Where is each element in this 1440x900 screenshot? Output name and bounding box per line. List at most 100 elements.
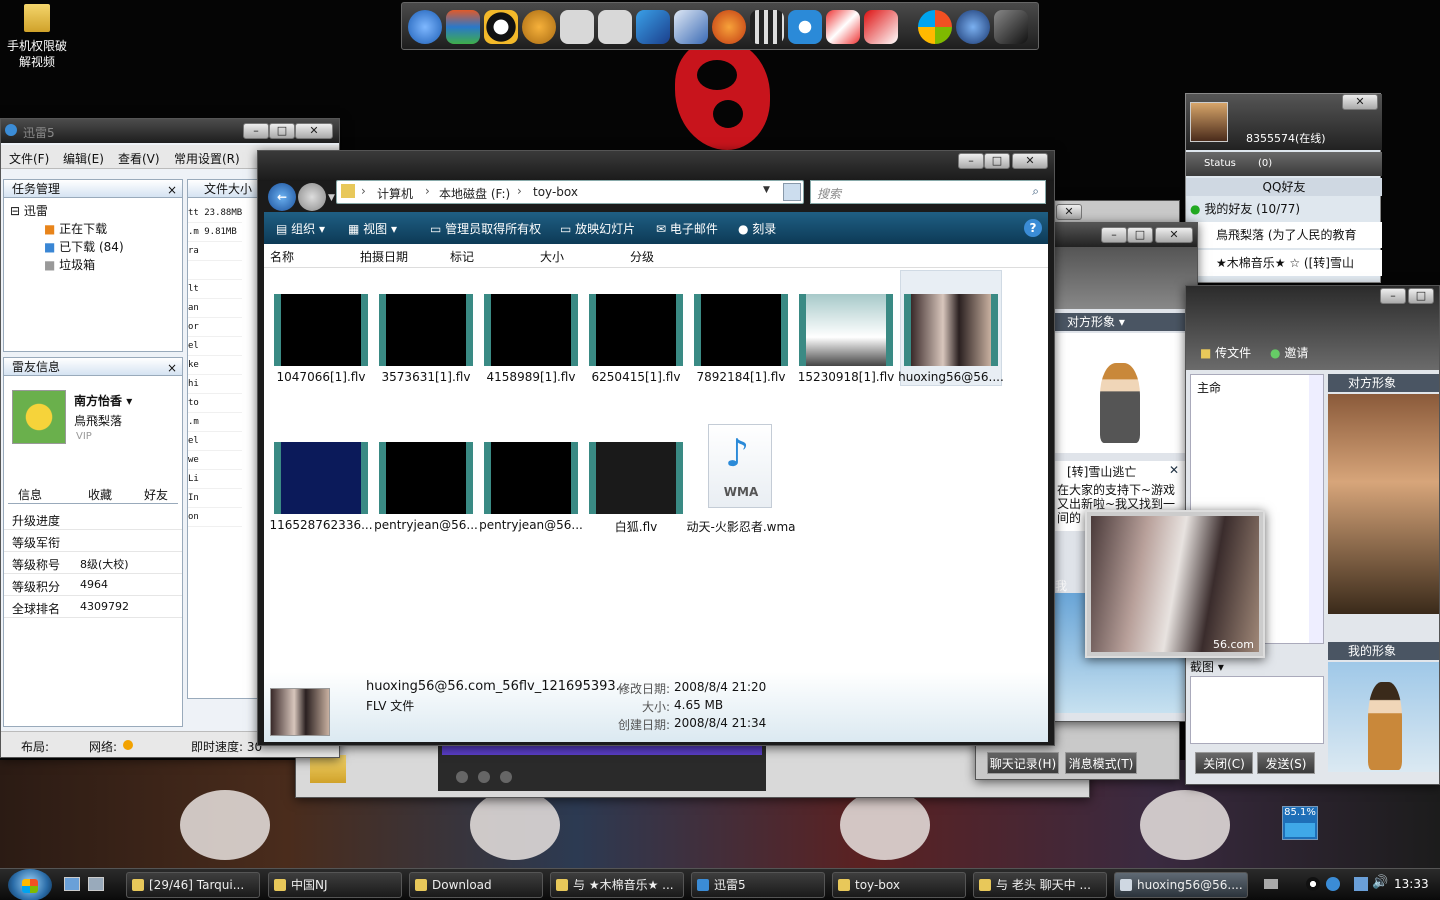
add-button[interactable] [456, 771, 468, 783]
tree-downloaded[interactable]: ■ 已下载 (84) [44, 238, 124, 255]
chevron-down-icon[interactable]: ▼ [763, 185, 770, 195]
menu-file[interactable]: 文件(F) [9, 150, 49, 167]
back-button[interactable]: ← [268, 183, 296, 211]
email-button[interactable]: ✉ 电子邮件 [656, 220, 718, 237]
avatar[interactable] [1190, 102, 1228, 142]
close-chat-button[interactable]: 关闭(C) [1195, 752, 1253, 774]
file-label[interactable]: 7892184[1].flv [686, 370, 796, 384]
minimize-button[interactable]: – [1380, 288, 1406, 304]
taskbar-button[interactable]: 迅雷5 [691, 872, 825, 898]
search-box[interactable]: 搜索 ⌕ [810, 180, 1046, 204]
menu-settings[interactable]: 常用设置(R) [174, 150, 240, 167]
close-icon[interactable]: × [167, 181, 177, 199]
video-thumbnail[interactable] [694, 294, 788, 366]
views-button[interactable]: ▦ 视图 ▾ [348, 220, 397, 237]
slideshow-button[interactable]: ▭ 放映幻灯片 [560, 220, 635, 237]
unknown-icon[interactable] [560, 10, 594, 44]
taskbar-button[interactable]: toy-box [832, 872, 966, 898]
file-label[interactable]: 116528762336... [266, 518, 376, 532]
maximize-button[interactable]: □ [1127, 227, 1153, 243]
column-name[interactable]: 名称 [270, 248, 294, 265]
tools-icon[interactable] [636, 10, 670, 44]
avatar[interactable] [12, 390, 66, 444]
search-icon[interactable]: ⌕ [1032, 184, 1039, 199]
taskbar-button[interactable]: 中国NJ [268, 872, 402, 898]
message-input[interactable] [1190, 676, 1324, 744]
close-button[interactable]: ✕ [1342, 94, 1378, 110]
breadcrumb-computer[interactable]: 计算机 [377, 185, 413, 202]
help-icon[interactable]: ? [1024, 219, 1042, 237]
recent-pages-icon[interactable]: ▼ [328, 193, 335, 203]
organize-button[interactable]: ▤ 组织 ▾ [276, 220, 325, 237]
close-button[interactable]: ✕ [1012, 153, 1048, 169]
group-title[interactable]: QQ好友 [1186, 178, 1382, 196]
minimize-button[interactable]: – [1101, 227, 1127, 243]
network-icon[interactable] [1354, 877, 1368, 891]
clapper-icon[interactable] [750, 10, 784, 44]
taskbar-button[interactable]: huoxing56@56.... [1114, 872, 1248, 898]
maximize-button[interactable]: □ [1408, 288, 1434, 304]
shield-icon[interactable] [674, 10, 708, 44]
close-icon[interactable]: × [167, 359, 177, 377]
taskbar-button[interactable]: 与 ★木棉音乐★ ... [550, 872, 684, 898]
player-icon[interactable] [712, 10, 746, 44]
take-ownership-button[interactable]: ▭ 管理员取得所有权 [430, 220, 541, 237]
misc-button[interactable] [500, 771, 512, 783]
switch-windows-icon[interactable] [88, 877, 104, 891]
file-label[interactable]: huoxing56@56.... [896, 370, 1006, 384]
peer-image-header[interactable]: 对方形象 ▾ [1055, 313, 1185, 331]
video-thumbnail[interactable] [379, 294, 473, 366]
history-button[interactable]: 聊天记录(H) [987, 752, 1059, 774]
media-icon[interactable] [522, 10, 556, 44]
maximize-button[interactable]: □ [269, 123, 295, 139]
mail-button[interactable]: (0) [1258, 158, 1272, 169]
file-label[interactable]: 15230918[1].flv [791, 370, 901, 384]
video-thumbnail[interactable] [484, 294, 578, 366]
tab-friends[interactable]: 好友 [144, 486, 168, 503]
scrollbar[interactable] [1309, 375, 1323, 643]
send-file-button[interactable]: ■ 传文件 [1200, 344, 1251, 361]
clock[interactable]: 13:33 [1394, 877, 1429, 891]
column-size[interactable]: 大小 [540, 248, 564, 265]
send-button[interactable]: 发送(S) [1257, 752, 1315, 774]
minimize-button[interactable]: – [958, 153, 984, 169]
file-label[interactable]: 4158989[1].flv [476, 370, 586, 384]
record-icon[interactable] [788, 10, 822, 44]
video-thumbnail[interactable] [274, 294, 368, 366]
column-rating[interactable]: 分级 [630, 248, 654, 265]
show-desktop-icon[interactable] [64, 877, 80, 891]
close-button[interactable]: ✕ [1155, 227, 1193, 243]
minimize-button[interactable]: – [243, 123, 269, 139]
dark-icon[interactable] [994, 10, 1028, 44]
tree-trash[interactable]: ■ 垃圾箱 [44, 256, 95, 273]
remove-button[interactable] [478, 771, 490, 783]
video-thumbnail[interactable] [589, 442, 683, 514]
close-icon[interactable]: ✕ [1169, 463, 1179, 477]
file-label[interactable]: 1047066[1].flv [266, 370, 376, 384]
menu-edit[interactable]: 编辑(E) [63, 150, 104, 167]
tree-root[interactable]: ⊟ 迅雷 [10, 202, 48, 219]
qq-penguin-icon[interactable] [484, 10, 518, 44]
qq-tray-icon[interactable] [1306, 877, 1320, 891]
tab-favorites[interactable]: 收藏 [88, 486, 112, 503]
file-label[interactable]: pentryjean@56... [476, 518, 586, 532]
volume-icon[interactable]: 🔊 [1372, 875, 1388, 890]
tree-downloading[interactable]: ■ 正在下载 [44, 220, 107, 237]
file-label[interactable]: 动天-火影忍者.wma [686, 518, 796, 535]
audio-file-icon[interactable]: ♪ WMA [708, 424, 772, 508]
taskbar-button[interactable]: [29/46] Tarqui... [126, 872, 260, 898]
knife-icon[interactable] [864, 10, 898, 44]
xunlei-tray-icon[interactable] [1326, 877, 1340, 891]
video-thumbnail[interactable] [904, 294, 998, 366]
video-thumbnail[interactable] [274, 442, 368, 514]
start-button[interactable] [8, 869, 52, 900]
maximize-button[interactable]: □ [984, 153, 1010, 169]
column-date[interactable]: 拍摄日期 [360, 248, 408, 265]
breadcrumb-drive[interactable]: 本地磁盘 (F:) [439, 185, 510, 202]
maxthon-icon[interactable] [408, 10, 442, 44]
menu-view[interactable]: 查看(V) [118, 150, 160, 167]
video-thumbnail[interactable] [379, 442, 473, 514]
video-thumbnail[interactable] [484, 442, 578, 514]
close-button[interactable]: ✕ [1056, 204, 1082, 220]
books-icon[interactable] [446, 10, 480, 44]
